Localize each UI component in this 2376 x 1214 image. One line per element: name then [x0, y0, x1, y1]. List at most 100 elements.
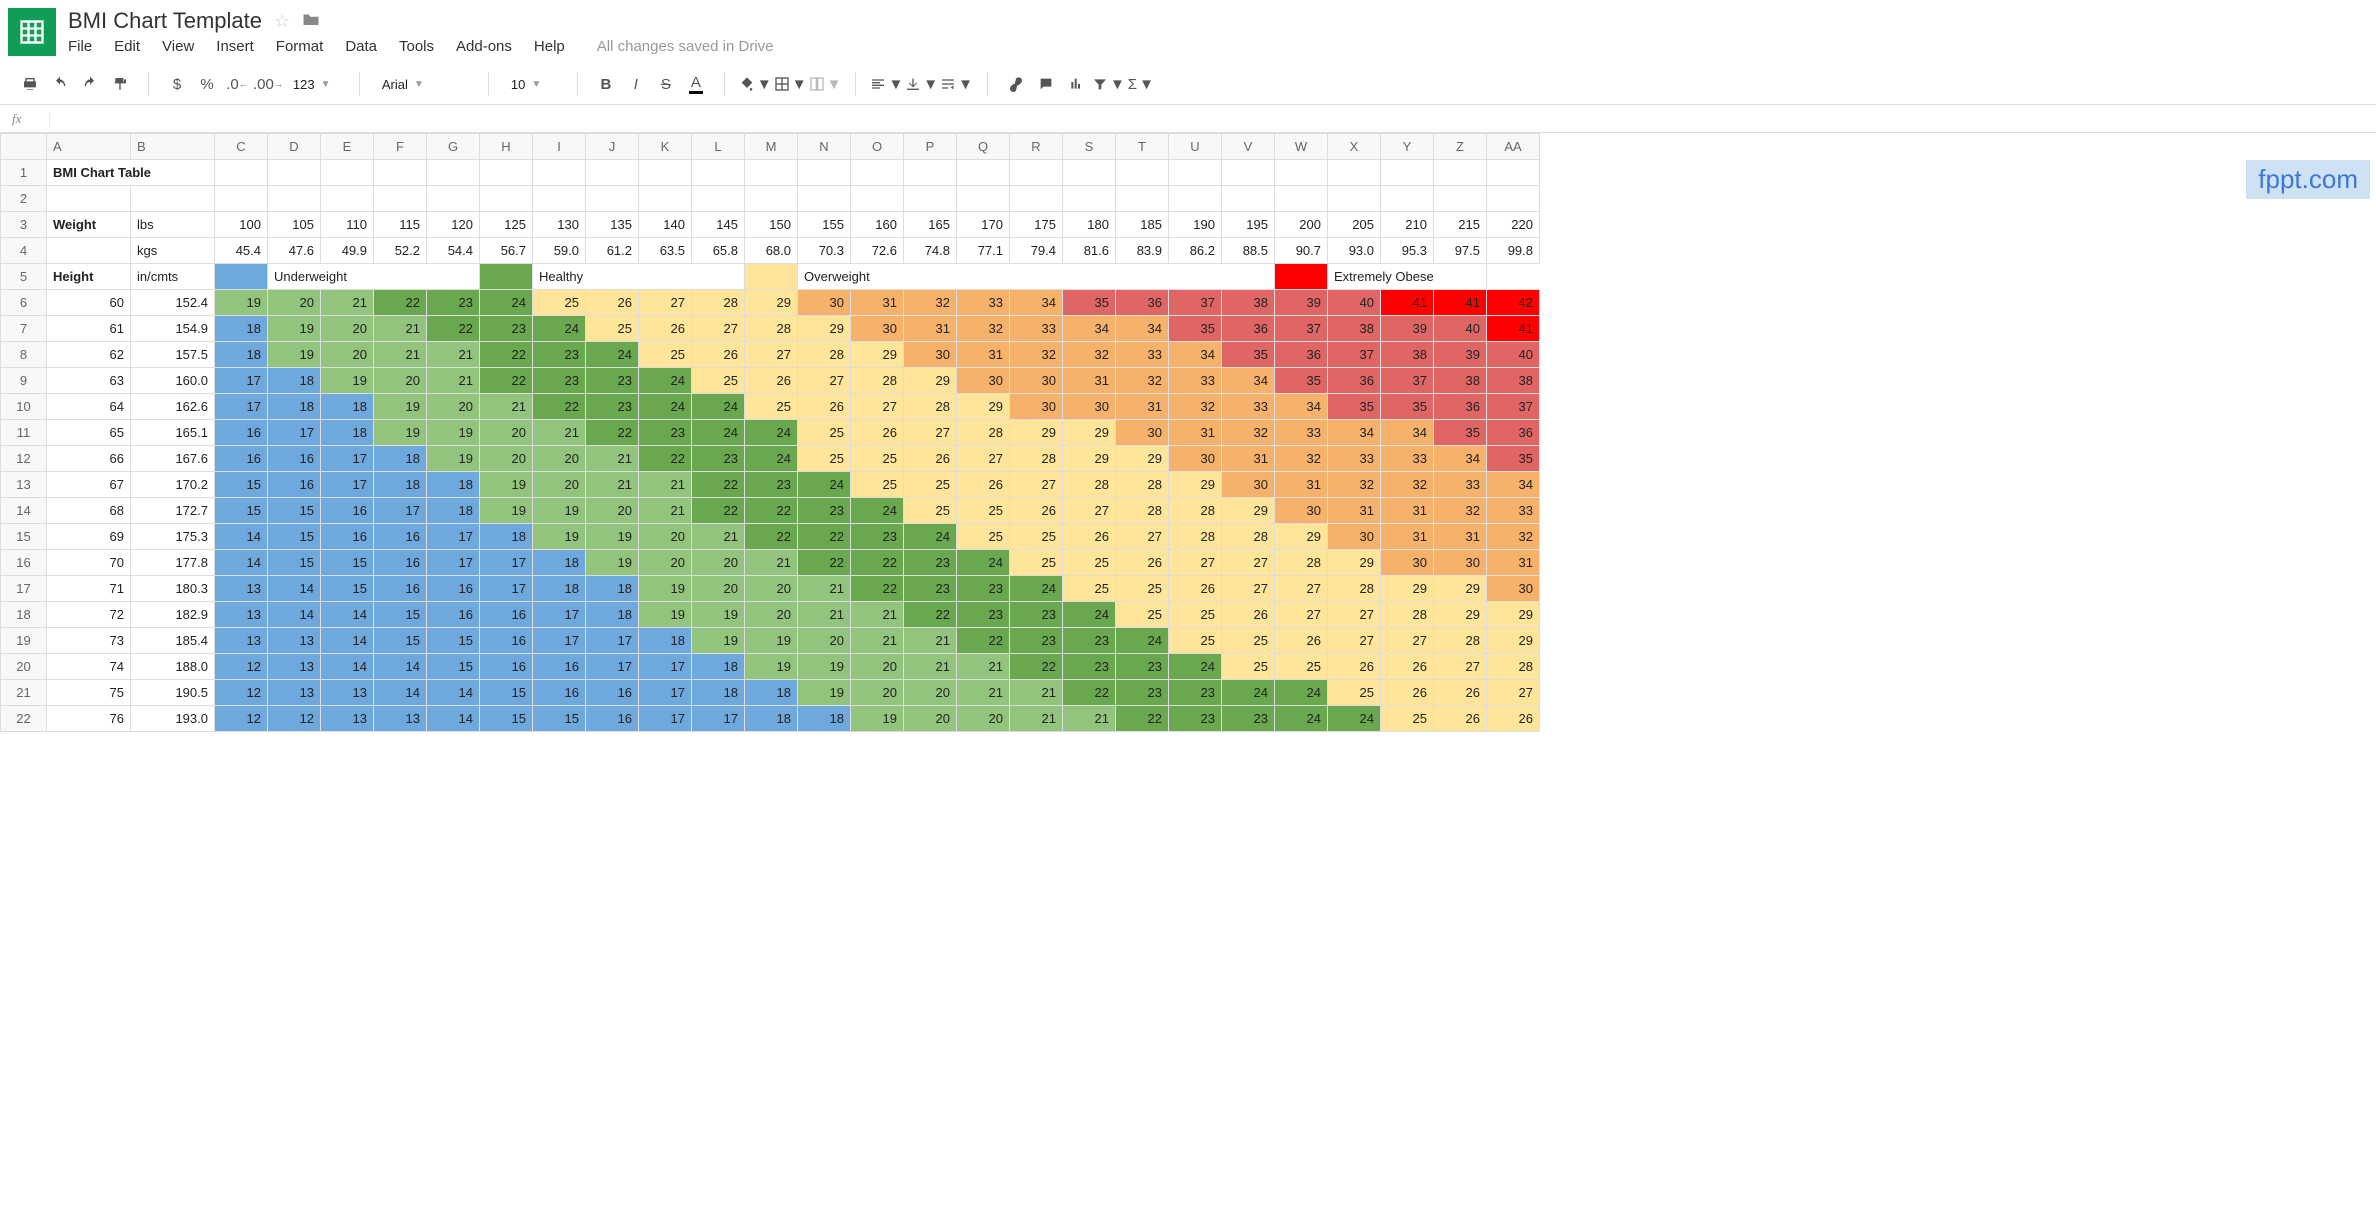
print-icon[interactable] [16, 70, 44, 98]
bmi-cell[interactable]: 31 [1222, 446, 1275, 472]
sheets-logo[interactable] [8, 8, 56, 56]
bmi-cell[interactable]: 29 [1063, 420, 1116, 446]
bmi-cell[interactable]: 36 [1434, 394, 1487, 420]
bmi-cell[interactable]: 27 [639, 290, 692, 316]
bmi-cell[interactable]: 26 [957, 472, 1010, 498]
column-header[interactable]: E [321, 134, 374, 160]
bmi-cell[interactable]: 17 [639, 706, 692, 732]
bmi-cell[interactable]: 27 [745, 342, 798, 368]
bmi-cell[interactable]: 23 [1010, 602, 1063, 628]
bmi-cell[interactable]: 21 [427, 342, 480, 368]
bmi-cell[interactable]: 17 [586, 654, 639, 680]
bmi-cell[interactable]: 26 [1010, 498, 1063, 524]
row-header[interactable]: 20 [1, 654, 47, 680]
bmi-cell[interactable]: 20 [904, 706, 957, 732]
row-header[interactable]: 5 [1, 264, 47, 290]
bmi-cell[interactable]: 21 [374, 342, 427, 368]
bmi-cell[interactable]: 13 [321, 706, 374, 732]
bmi-cell[interactable]: 32 [1063, 342, 1116, 368]
bmi-cell[interactable]: 30 [1222, 472, 1275, 498]
filter-icon[interactable]: ▼ [1092, 70, 1125, 98]
bmi-cell[interactable]: 19 [692, 628, 745, 654]
bmi-cell[interactable]: 25 [1063, 576, 1116, 602]
column-header[interactable]: Q [957, 134, 1010, 160]
bmi-cell[interactable]: 19 [639, 576, 692, 602]
bmi-cell[interactable]: 26 [745, 368, 798, 394]
bmi-cell[interactable]: 22 [586, 420, 639, 446]
bmi-cell[interactable]: 14 [268, 576, 321, 602]
bmi-cell[interactable]: 14 [321, 602, 374, 628]
bmi-cell[interactable]: 27 [904, 420, 957, 446]
column-header[interactable]: V [1222, 134, 1275, 160]
bmi-cell[interactable]: 24 [533, 316, 586, 342]
bmi-cell[interactable]: 29 [1487, 602, 1540, 628]
bmi-cell[interactable]: 24 [798, 472, 851, 498]
bmi-cell[interactable]: 19 [851, 706, 904, 732]
bmi-cell[interactable]: 13 [268, 628, 321, 654]
bmi-cell[interactable]: 24 [1010, 576, 1063, 602]
bmi-cell[interactable]: 33 [1010, 316, 1063, 342]
bmi-cell[interactable]: 25 [692, 368, 745, 394]
bmi-cell[interactable]: 22 [798, 524, 851, 550]
column-header[interactable]: N [798, 134, 851, 160]
bmi-cell[interactable]: 29 [1328, 550, 1381, 576]
bmi-cell[interactable]: 22 [374, 290, 427, 316]
bmi-cell[interactable]: 27 [1275, 576, 1328, 602]
bmi-cell[interactable]: 27 [851, 394, 904, 420]
bmi-cell[interactable]: 30 [1116, 420, 1169, 446]
bmi-cell[interactable]: 24 [904, 524, 957, 550]
bmi-cell[interactable]: 17 [321, 446, 374, 472]
bmi-cell[interactable]: 26 [586, 290, 639, 316]
bmi-cell[interactable]: 13 [215, 602, 268, 628]
bmi-cell[interactable]: 22 [904, 602, 957, 628]
bmi-cell[interactable]: 17 [533, 628, 586, 654]
row-header[interactable]: 10 [1, 394, 47, 420]
link-icon[interactable] [1002, 70, 1030, 98]
bmi-cell[interactable]: 14 [215, 524, 268, 550]
bmi-cell[interactable]: 24 [1275, 680, 1328, 706]
column-header[interactable]: Y [1381, 134, 1434, 160]
bmi-cell[interactable]: 13 [215, 628, 268, 654]
bmi-cell[interactable]: 36 [1275, 342, 1328, 368]
bmi-cell[interactable]: 18 [533, 576, 586, 602]
bmi-cell[interactable]: 18 [533, 550, 586, 576]
functions-icon[interactable]: Σ▼ [1127, 70, 1155, 98]
text-color-button[interactable]: A [682, 70, 710, 98]
bmi-cell[interactable]: 30 [1169, 446, 1222, 472]
bmi-cell[interactable]: 18 [374, 446, 427, 472]
bmi-cell[interactable]: 19 [374, 394, 427, 420]
bmi-cell[interactable]: 25 [639, 342, 692, 368]
bmi-cell[interactable]: 27 [1328, 602, 1381, 628]
bmi-cell[interactable]: 26 [1222, 602, 1275, 628]
bmi-cell[interactable]: 21 [427, 368, 480, 394]
bmi-cell[interactable]: 16 [480, 602, 533, 628]
bmi-cell[interactable]: 29 [957, 394, 1010, 420]
bmi-cell[interactable]: 25 [851, 472, 904, 498]
bmi-cell[interactable]: 30 [1010, 368, 1063, 394]
bmi-cell[interactable]: 38 [1487, 368, 1540, 394]
bmi-cell[interactable]: 21 [692, 524, 745, 550]
bmi-cell[interactable]: 17 [480, 576, 533, 602]
bmi-cell[interactable]: 14 [215, 550, 268, 576]
bmi-cell[interactable]: 29 [1063, 446, 1116, 472]
bmi-cell[interactable]: 17 [374, 498, 427, 524]
bmi-cell[interactable]: 17 [692, 706, 745, 732]
bmi-cell[interactable]: 16 [586, 680, 639, 706]
bmi-cell[interactable]: 18 [215, 342, 268, 368]
bmi-cell[interactable]: 38 [1434, 368, 1487, 394]
bmi-cell[interactable]: 27 [1434, 654, 1487, 680]
bmi-cell[interactable]: 15 [321, 576, 374, 602]
bmi-cell[interactable]: 29 [798, 316, 851, 342]
redo-icon[interactable] [76, 70, 104, 98]
bmi-cell[interactable]: 25 [1169, 602, 1222, 628]
bmi-cell[interactable]: 36 [1222, 316, 1275, 342]
select-all-cell[interactable] [1, 134, 47, 160]
bmi-cell[interactable]: 21 [586, 472, 639, 498]
bmi-cell[interactable]: 20 [533, 446, 586, 472]
bmi-cell[interactable]: 27 [1275, 602, 1328, 628]
bmi-cell[interactable]: 25 [851, 446, 904, 472]
column-header[interactable]: W [1275, 134, 1328, 160]
bmi-cell[interactable]: 28 [957, 420, 1010, 446]
bmi-cell[interactable]: 37 [1487, 394, 1540, 420]
bmi-cell[interactable]: 28 [1116, 472, 1169, 498]
